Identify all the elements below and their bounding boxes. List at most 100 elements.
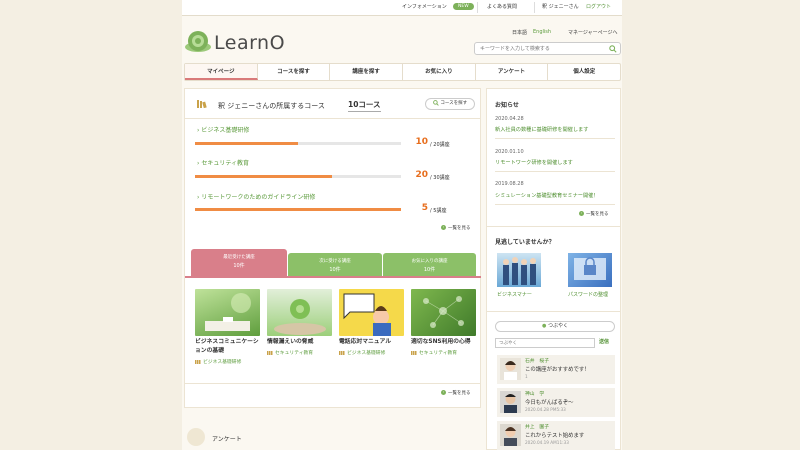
course-progress-bar [195, 142, 401, 145]
logout-link[interactable]: ログアウト [586, 3, 611, 10]
lecture-card[interactable]: 電話応対マニュアル ビジネス基礎研修 [339, 289, 404, 356]
tweet-item: 石井 桜子 この講座がおすすめです！ 1 [497, 355, 615, 384]
course-heading: 釈 ジェニーさんの所属するコース [218, 102, 325, 110]
divider [185, 118, 481, 119]
tweet-time: 1 [525, 374, 528, 379]
survey-icon [187, 428, 205, 446]
nav-settings[interactable]: 個人設定 [548, 64, 620, 80]
tweet-time: 2020.04.19 AM11:33 [525, 440, 569, 445]
find-course-label: コースを探す [440, 101, 468, 106]
tab-favorites[interactable]: お気に入りの講座 10件 [383, 253, 476, 277]
lecture-card[interactable]: ビジネスコミュニケーションの基礎 ビジネス基礎研修 [195, 289, 260, 365]
side-panel: お知らせ 2020.04.28 新入社員の数種に基礎研修を開催します 2020.… [486, 88, 621, 450]
new-badge: NEW [453, 3, 474, 10]
notice-more-link[interactable]: › 一覧を見る [579, 211, 609, 217]
logo-text: LearnO [214, 32, 286, 54]
notice-date: 2019.08.28 [495, 181, 524, 187]
lecture-thumbnail [267, 289, 332, 336]
logo[interactable]: LearnO [184, 30, 304, 54]
tweet-item: 井上 園子 これからテスト始めます 2020.04.19 AM11:33 [497, 421, 615, 450]
nav-survey[interactable]: アンケート [476, 64, 549, 80]
nav-mypage[interactable]: マイページ [185, 64, 258, 80]
find-course-button[interactable]: コースを探す [425, 98, 475, 110]
tab-recent[interactable]: 最近受けた講座 10件 [191, 249, 287, 277]
course-title[interactable]: › セキュリティ教育 [197, 158, 249, 167]
nav-find-lecture[interactable]: 講座を探す [330, 64, 404, 80]
avatar [500, 358, 521, 380]
course-title[interactable]: › ビジネス基礎研修 [197, 125, 249, 134]
lecture-course: セキュリティ教育 [411, 349, 476, 356]
course-progress-bar [195, 208, 401, 211]
avatar [500, 391, 521, 413]
recommend-label[interactable]: パスワードの整理 [568, 291, 608, 298]
tweet-author[interactable]: 石井 桜子 [525, 357, 549, 364]
arrow-right-icon: › [441, 390, 446, 395]
lang-en-link[interactable]: English [533, 29, 551, 35]
notice-link[interactable]: シミュレーション基礎型教育セミナー開催！ [495, 192, 599, 199]
notice-date: 2020.01.10 [495, 149, 524, 155]
books-icon [195, 359, 201, 364]
info-link[interactable]: インフォメーション [402, 3, 447, 10]
faq-link[interactable]: よくある質問 [487, 3, 517, 10]
books-icon [197, 100, 207, 108]
course-total-count: / 30講座 [430, 175, 450, 181]
lang-ja-link[interactable]: 日本語 [512, 29, 527, 36]
course-progress-fill [195, 142, 298, 145]
notice-link[interactable]: 新入社員の数種に基礎研修を開催します [495, 126, 588, 133]
books-icon [267, 350, 273, 355]
search-input[interactable] [475, 43, 605, 54]
recommend-heading: 見逃していませんか？ [495, 239, 555, 246]
course-total-count: / 5講座 [430, 208, 447, 214]
lecture-thumbnail [195, 289, 260, 336]
tweet-author[interactable]: 神山 学 [525, 390, 544, 397]
speech-bubble-icon: ● [542, 323, 547, 329]
lecture-card[interactable]: 適切なSNS利用の心得 セキュリティ教育 [411, 289, 476, 356]
course-progress-fill [195, 175, 333, 178]
lecture-course: ビジネス基礎研修 [339, 349, 404, 356]
lecture-title: ビジネスコミュニケーションの基礎 [195, 339, 259, 354]
lecture-title: 情報漏えいの脅威 [267, 339, 314, 345]
lecture-title: 電話応対マニュアル [339, 339, 391, 345]
tweet-text: 今日もがんばるぞ～ [525, 400, 574, 406]
survey-title: アンケート [212, 436, 242, 443]
lecture-course: ビジネス基礎研修 [195, 358, 260, 365]
course-progress-fill [195, 208, 401, 211]
recommend-thumbnail[interactable] [568, 253, 612, 287]
course-total-count: / 20講座 [430, 142, 450, 148]
course-done-count: 20 [415, 170, 428, 180]
snail-icon [185, 31, 211, 52]
tweet-input[interactable] [495, 338, 595, 348]
course-progress-bar [195, 175, 401, 178]
course-title[interactable]: › リモートワークのためのガイドライン研修 [197, 192, 315, 201]
main-nav: マイページ コースを探す 講座を探す お気に入り アンケート 個人設定 [184, 63, 621, 81]
books-icon [411, 350, 417, 355]
search-icon [433, 99, 439, 106]
search-box [474, 42, 621, 55]
nav-favorites[interactable]: お気に入り [403, 64, 476, 80]
top-bar: インフォメーション NEW よくある質問 釈 ジェニーさん ログアウト [182, 0, 622, 16]
arrow-right-icon: › [579, 211, 584, 216]
search-icon[interactable] [609, 45, 617, 53]
divider [487, 226, 621, 227]
avatar [500, 424, 521, 446]
page: インフォメーション NEW よくある質問 釈 ジェニーさん ログアウト Lear… [182, 0, 622, 450]
lecture-card[interactable]: 情報漏えいの脅威 セキュリティ教育 [267, 289, 332, 356]
lecture-title: 適切なSNS利用の心得 [411, 339, 471, 345]
books-icon [339, 350, 345, 355]
manager-page-link[interactable]: マネージャーページへ [568, 29, 618, 36]
tab-underline [185, 276, 481, 278]
tweet-post-button[interactable]: 送信 [599, 338, 609, 345]
course-more-link[interactable]: › 一覧を見る [441, 225, 471, 231]
lecture-thumbnail [339, 289, 404, 336]
tweet-author[interactable]: 井上 園子 [525, 423, 549, 430]
course-done-count: 5 [421, 203, 428, 213]
recommend-thumbnail[interactable] [497, 253, 541, 287]
recommend-label[interactable]: ビジネスマナー [497, 291, 532, 298]
tweet-button[interactable]: ● つぶやく [495, 321, 615, 332]
tweet-time: 2020.04.28 PM5:33 [525, 407, 566, 412]
nav-find-course[interactable]: コースを探す [258, 64, 331, 80]
notice-link[interactable]: リモートワーク研修を開催します [495, 159, 573, 166]
course-count: 10コース [348, 99, 381, 112]
lecture-more-link[interactable]: › 一覧を見る [441, 390, 471, 396]
tab-next[interactable]: 次に受ける講座 10件 [288, 253, 382, 277]
